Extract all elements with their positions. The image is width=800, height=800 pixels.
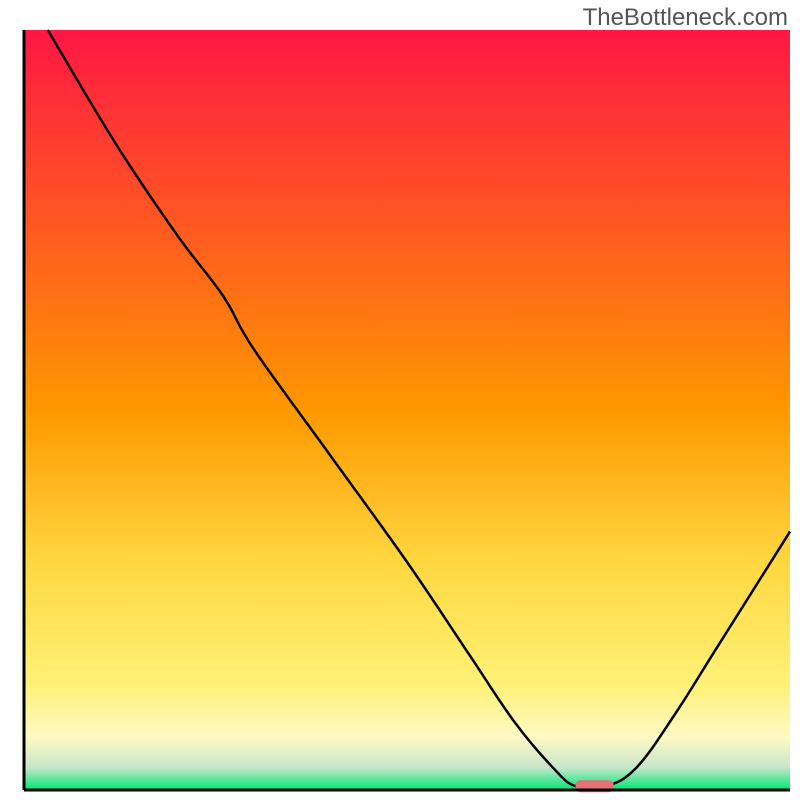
chart-svg <box>0 0 800 800</box>
watermark-text: TheBottleneck.com <box>583 4 788 32</box>
gradient-background <box>24 30 790 790</box>
bottleneck-chart: TheBottleneck.com <box>0 0 800 800</box>
